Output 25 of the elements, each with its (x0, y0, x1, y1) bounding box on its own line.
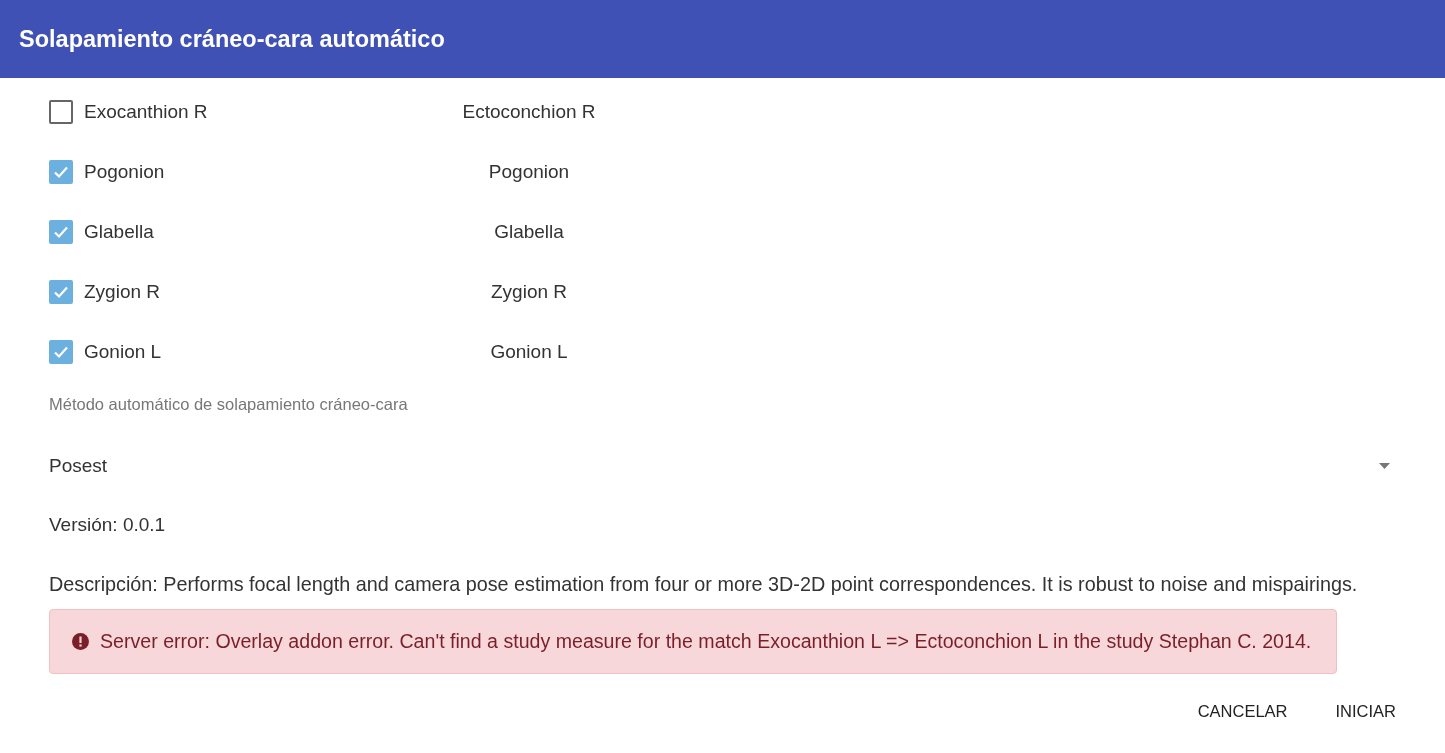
face-landmark-label: Gonion L (490, 341, 568, 362)
skull-landmark-label: Gonion L (84, 341, 162, 363)
checkbox[interactable] (49, 220, 73, 244)
dialog-button[interactable]: INICIAR (1325, 694, 1406, 729)
checkbox[interactable] (49, 100, 73, 124)
skull-landmark-label: Glabella (84, 221, 154, 243)
checkbox[interactable] (49, 160, 73, 184)
face-landmark-label: Pogonion (488, 161, 570, 182)
error-message: Server error: Overlay addon error. Can't find a study measure for the match Exocanthion L => Ectoconchion L in the study Stephan C. 2014. (100, 630, 1312, 653)
dialog-title: Solapamiento cráneo-cara automático (19, 25, 445, 53)
method-dropdown[interactable]: Posest (49, 454, 1396, 478)
version-text: Versión: 0.0.1 (49, 514, 167, 536)
face-landmark-label: Ectoconchion R (462, 101, 596, 122)
dialog-button[interactable]: CANCELAR (1187, 694, 1298, 729)
face-landmark-label: Zygion R (491, 281, 567, 302)
checkbox[interactable] (49, 340, 73, 364)
error-icon (72, 633, 89, 650)
checkbox[interactable] (49, 280, 73, 304)
method-label: Método automático de solapamiento cráneo-cara (49, 395, 409, 414)
dropdown-caret-icon (1379, 463, 1390, 469)
skull-landmark-label: Exocanthion R (84, 101, 208, 123)
face-landmark-label: Glabella (494, 221, 564, 242)
description-text: Descripción: Performs focal length and camera pose estimation from four or more 3D-2D point correspondences. It is robust to noise and mispairings. (49, 573, 1359, 596)
skull-landmark-label: Zygion R (84, 281, 161, 303)
skull-landmark-label: Pogonion (84, 161, 165, 183)
